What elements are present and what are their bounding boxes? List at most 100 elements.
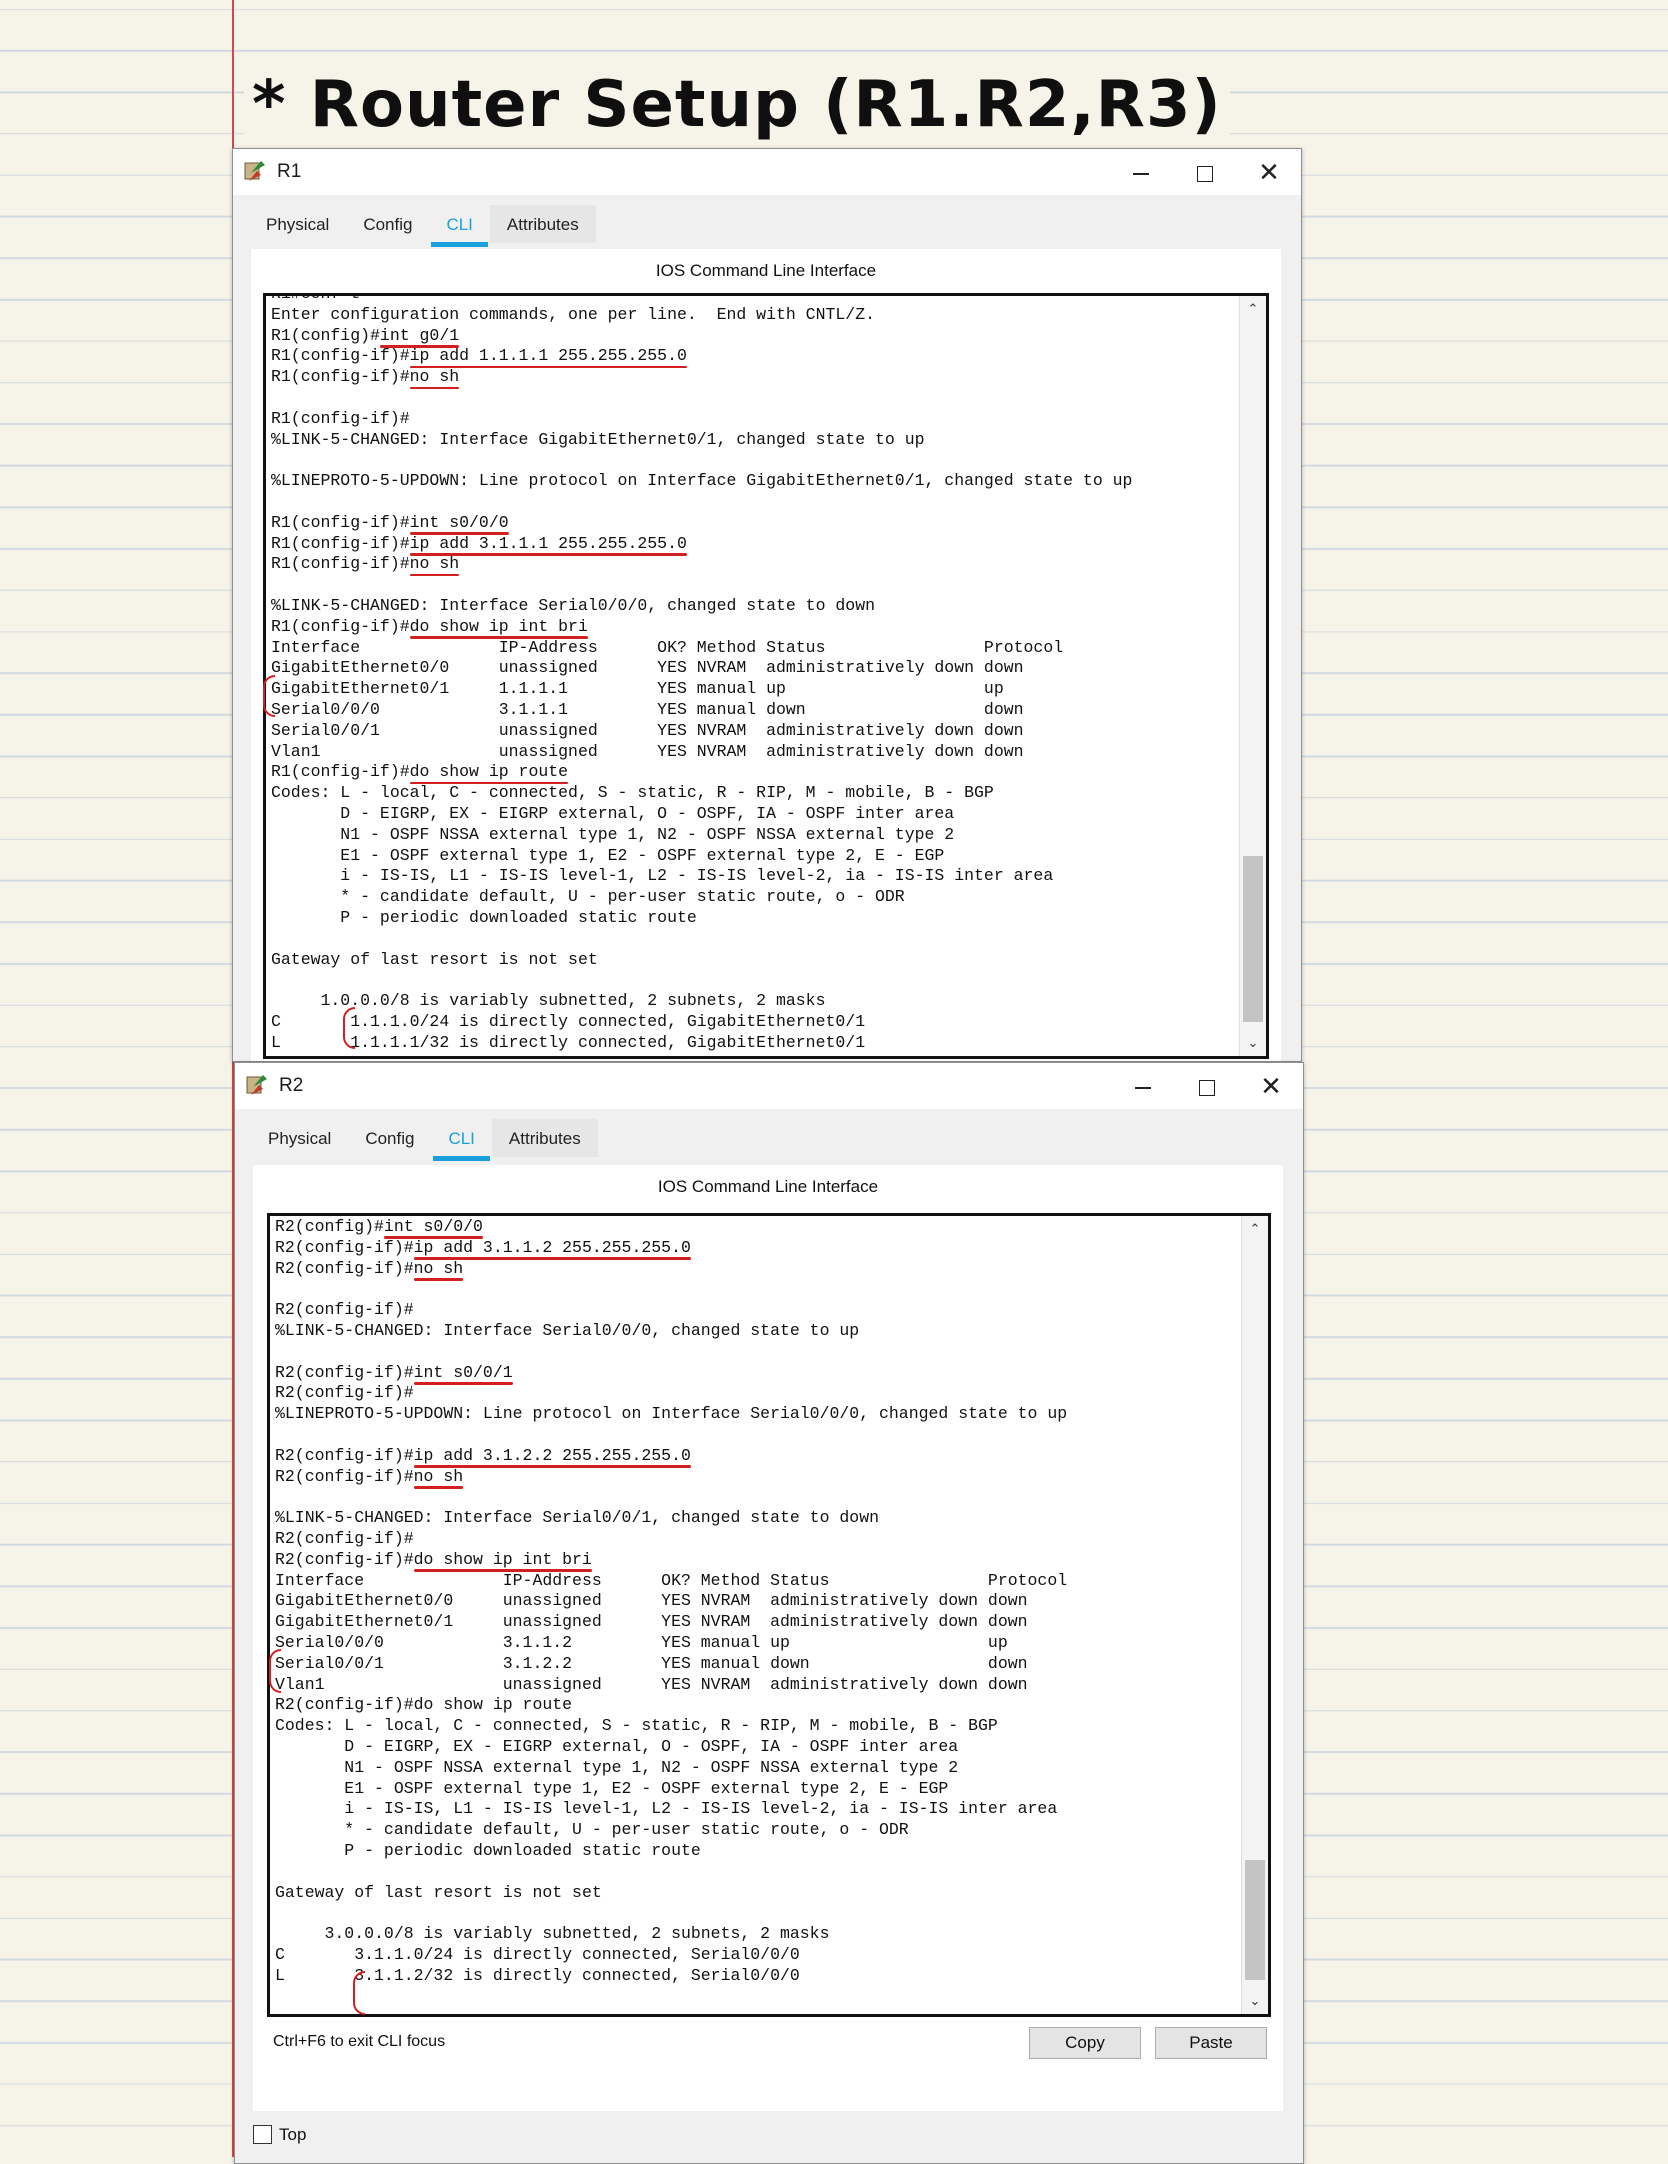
r1-minimize-button[interactable] — [1111, 149, 1171, 195]
terminal-line: R2(config)#int s0/0/0 — [275, 1217, 483, 1236]
terminal-line: R2(config-if)#no sh — [275, 1466, 464, 1486]
scroll-down-icon[interactable]: ⌄ — [1242, 1990, 1268, 2012]
close-icon: ✕ — [1260, 1071, 1282, 1101]
maximize-icon — [1197, 166, 1213, 183]
annotation-underline: do show ip int bri — [413, 1549, 592, 1569]
terminal-line: 3.0.0.0/8 is variably subnetted, 2 subne… — [275, 1924, 830, 1944]
minimize-icon — [1133, 173, 1149, 176]
terminal-line: %LINEPROTO-5-UPDOWN: Line protocol on In… — [275, 1404, 1068, 1424]
r1-window-title: R1 — [277, 161, 302, 182]
annotation-underline: ip add 1.1.1.1 255.255.255.0 — [409, 346, 687, 366]
terminal-line: P - periodic downloaded static route — [271, 907, 697, 927]
terminal-line: R1(config-if)#ip add 3.1.1.1 255.255.255… — [271, 533, 687, 553]
terminal-line: Codes: L - local, C - connected, S - sta… — [271, 783, 994, 803]
terminal-line: R1(config-if)#no sh — [271, 554, 460, 574]
packet-tracer-icon — [246, 1075, 267, 1095]
r1-terminal-scrollbar[interactable]: ⌃ ⌄ — [1239, 296, 1266, 1056]
terminal-line: R2(config-if)#do show ip int bri — [275, 1549, 592, 1569]
terminal-line: %LINK-5-CHANGED: Interface GigabitEthern… — [271, 429, 925, 449]
annotation-underline: int s0/0/1 — [413, 1362, 513, 1382]
terminal-line: E1 - OSPF external type 1, E2 - OSPF ext… — [271, 845, 945, 865]
terminal-line: %LINK-5-CHANGED: Interface Serial0/0/0, … — [275, 1320, 860, 1340]
terminal-line: Serial0/0/1 unassigned YES NVRAM adminis… — [271, 720, 1024, 740]
terminal-line: R1(config-if)#do show ip int bri — [271, 616, 588, 636]
r2-annotation-bracket-interfaces — [269, 1649, 281, 1693]
r1-titlebar[interactable]: R1 ✕ — [233, 149, 1301, 195]
annotation-underline: ip add 3.1.1.1 255.255.255.0 — [409, 533, 687, 553]
packet-tracer-icon — [244, 161, 265, 181]
terminal-line: R1(config-if)#int s0/0/0 — [271, 512, 509, 532]
terminal-line: %LINK-5-CHANGED: Interface Serial0/0/1, … — [275, 1508, 879, 1528]
r1-maximize-button[interactable] — [1175, 149, 1235, 195]
annotation-underline: int s0/0/0 — [383, 1217, 483, 1236]
terminal-line: Enter configuration commands, one per li… — [271, 304, 875, 324]
terminal-line: i - IS-IS, L1 - IS-IS level-1, L2 - IS-I… — [271, 866, 1054, 886]
r2-panel-title: IOS Command Line Interface — [657, 1177, 879, 1196]
terminal-line: %LINEPROTO-5-UPDOWN: Line protocol on In… — [271, 471, 1133, 491]
terminal-line: L 1.1.1.1/32 is directly connected, Giga… — [271, 1032, 866, 1052]
r1-terminal[interactable]: R1#conf t Enter configuration commands, o… — [263, 293, 1269, 1059]
annotation-underline: do show ip int bri — [409, 616, 588, 636]
r2-paste-button[interactable]: Paste — [1155, 2027, 1267, 2059]
r2-window: R2 ✕ Physical Config CLI Attributes IOS Com… — [234, 1062, 1304, 2164]
terminal-line: Serial0/0/1 3.1.2.2 YES manual down down — [275, 1653, 1028, 1673]
r2-terminal[interactable]: R2(config)#int s0/0/0 R2(config-if)# ip ad… — [267, 1213, 1271, 2017]
terminal-line: Serial0/0/0 3.1.1.2 YES manual up up — [275, 1632, 1008, 1652]
r1-tab-attributes[interactable]: Attributes — [489, 205, 596, 243]
r2-tab-cli[interactable]: CLI — [431, 1119, 491, 1161]
r1-annotation-bracket-interfaces — [263, 675, 275, 717]
r2-copy-button[interactable]: Copy — [1029, 2027, 1141, 2059]
r1-cli-panel: IOS Command Line Interface R1#conf t Ente… — [251, 249, 1281, 1061]
terminal-line: Gateway of last resort is not set — [275, 1882, 602, 1902]
terminal-line: R2(config-if)#do show ip route — [275, 1695, 573, 1715]
r1-scrollbar-thumb[interactable] — [1243, 856, 1263, 1022]
r1-tab-physical[interactable]: Physical — [249, 205, 346, 243]
r2-tab-physical[interactable]: Physical — [251, 1119, 348, 1157]
r2-tab-attributes[interactable]: Attributes — [491, 1119, 598, 1157]
terminal-line: L 3.1.1.2/32 is directly connected, Seri… — [275, 1965, 800, 1985]
terminal-line: Vlan1 unassigned YES NVRAM administrativ… — [271, 741, 1024, 761]
scroll-up-icon[interactable]: ⌃ — [1242, 1218, 1268, 1240]
r1-tab-config[interactable]: Config — [346, 205, 429, 243]
r2-titlebar[interactable]: R2 ✕ — [235, 1063, 1303, 1109]
r1-tab-bar: Physical Config CLI Attributes — [249, 205, 1301, 249]
annotation-underline: do show ip route — [409, 762, 569, 782]
r1-close-button[interactable]: ✕ — [1239, 149, 1299, 195]
r2-annotation-bracket-routes — [353, 1971, 365, 2015]
r2-close-button[interactable]: ✕ — [1241, 1063, 1301, 1109]
terminal-line: R1#conf t — [271, 293, 361, 303]
terminal-line: D - EIGRP, EX - EIGRP external, O - OSPF… — [275, 1736, 959, 1756]
annotation-underline: int s0/0/0 — [409, 512, 509, 532]
terminal-line: GigabitEthernet0/1 unassigned YES NVRAM … — [275, 1612, 1028, 1632]
scroll-up-icon[interactable]: ⌃ — [1240, 298, 1266, 320]
annotation-underline: ip add 3.1.1.2 255.255.255.0 — [413, 1237, 691, 1257]
r2-tab-bar: Physical Config CLI Attributes — [251, 1119, 1303, 1163]
terminal-line: R2(config-if)#int s0/0/1 — [275, 1362, 513, 1382]
terminal-line: N1 - OSPF NSSA external type 1, N2 - OSP… — [275, 1757, 959, 1777]
terminal-line: E1 - OSPF external type 1, E2 - OSPF ext… — [275, 1778, 949, 1798]
scroll-down-icon[interactable]: ⌄ — [1240, 1032, 1266, 1054]
r1-tab-cli[interactable]: CLI — [429, 205, 489, 247]
r2-window-title: R2 — [279, 1075, 304, 1096]
annotation-underline: no sh — [409, 554, 460, 574]
r2-tab-config[interactable]: Config — [348, 1119, 431, 1157]
r2-top-checkbox[interactable] — [253, 2125, 272, 2144]
r2-cli-panel: IOS Command Line Interface R2(config)#in… — [253, 1165, 1283, 2111]
r1-panel-title: IOS Command Line Interface — [655, 261, 877, 280]
r2-terminal-output: R2(config)#int s0/0/0 R2(config-if)# ip ad… — [275, 1216, 1238, 1985]
r2-terminal-scrollbar[interactable]: ⌃ ⌄ — [1241, 1216, 1268, 2014]
r2-maximize-button[interactable] — [1177, 1063, 1237, 1109]
r2-scrollbar-thumb[interactable] — [1245, 1860, 1265, 1980]
terminal-line: C 3.1.1.0/24 is directly connected, Seri… — [275, 1944, 800, 1964]
r1-annotation-bracket-routes — [343, 1007, 355, 1049]
terminal-line: N1 - OSPF NSSA external type 1, N2 - OSP… — [271, 824, 955, 844]
terminal-line: R2(config-if)# — [275, 1300, 414, 1320]
r2-minimize-button[interactable] — [1113, 1063, 1173, 1109]
